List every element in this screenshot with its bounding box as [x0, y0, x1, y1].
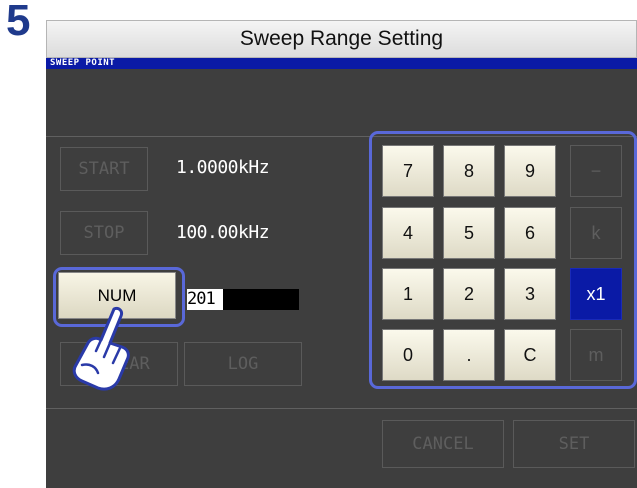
- key-0[interactable]: 0: [382, 329, 434, 381]
- key-6[interactable]: 6: [504, 207, 556, 259]
- key-milli[interactable]: m: [570, 329, 622, 381]
- start-value: 1.0000kHz: [176, 157, 270, 178]
- screen-header: SWEEP POINT: [46, 58, 637, 69]
- key-9[interactable]: 9: [504, 145, 556, 197]
- stop-button[interactable]: STOP: [60, 211, 148, 255]
- step-number: 5: [6, 0, 31, 45]
- key-3[interactable]: 3: [504, 268, 556, 320]
- stop-value: 100.00kHz: [176, 222, 270, 243]
- key-1[interactable]: 1: [382, 268, 434, 320]
- start-button[interactable]: START: [60, 147, 148, 191]
- cancel-button[interactable]: CANCEL: [382, 420, 504, 468]
- pointing-hand-icon: [72, 307, 130, 391]
- key-7[interactable]: 7: [382, 145, 434, 197]
- key-x1[interactable]: x1: [570, 268, 622, 320]
- key-5[interactable]: 5: [443, 207, 495, 259]
- num-input-value: 201: [187, 289, 223, 310]
- set-button[interactable]: SET: [513, 420, 635, 468]
- log-button[interactable]: LOG: [184, 342, 302, 386]
- divider: [46, 408, 637, 409]
- key-dot[interactable]: .: [443, 329, 495, 381]
- key-2[interactable]: 2: [443, 268, 495, 320]
- key-minus[interactable]: −: [570, 145, 622, 197]
- key-8[interactable]: 8: [443, 145, 495, 197]
- key-4[interactable]: 4: [382, 207, 434, 259]
- key-kilo[interactable]: k: [570, 207, 622, 259]
- key-clear[interactable]: C: [504, 329, 556, 381]
- window-title: Sweep Range Setting: [46, 20, 637, 58]
